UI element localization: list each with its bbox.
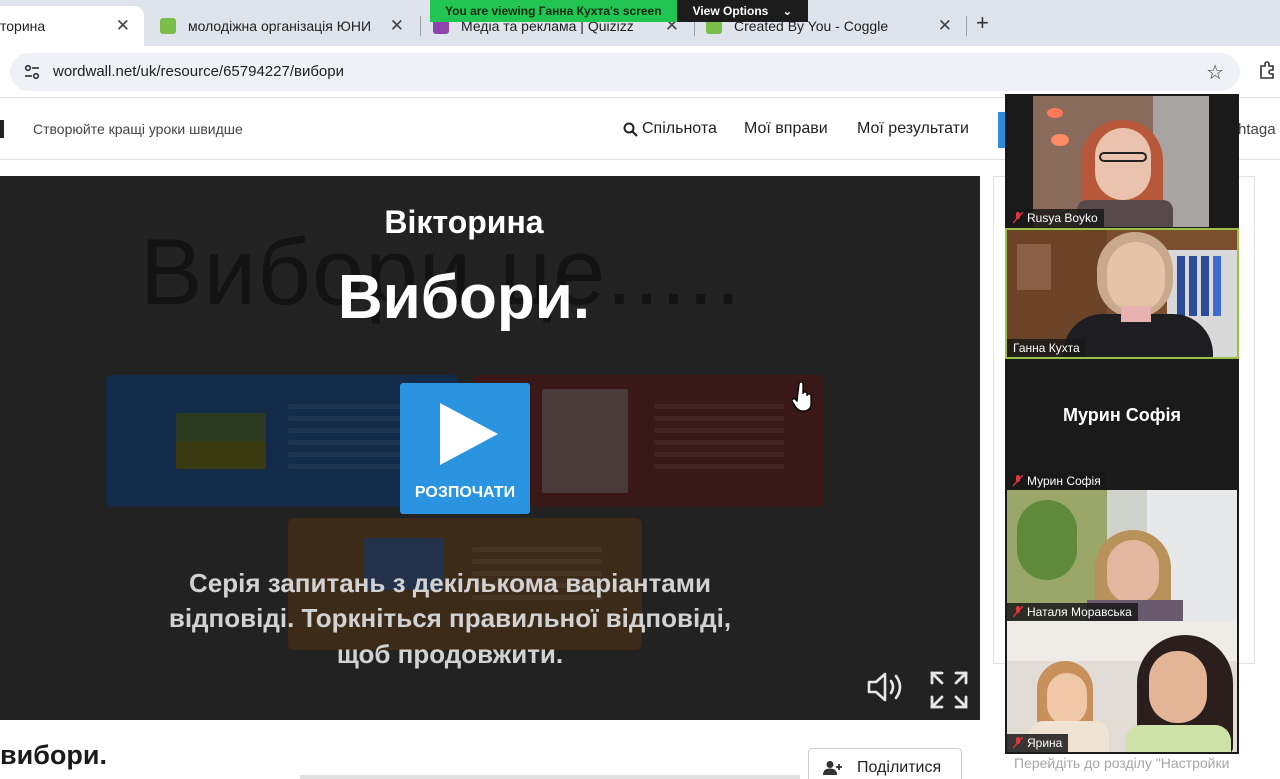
participant-name-label: Мурин Софія xyxy=(1007,472,1107,490)
view-options-button[interactable]: View Options ⌄ xyxy=(676,0,809,22)
menu-icon[interactable] xyxy=(0,120,4,138)
new-tab-icon[interactable]: + xyxy=(976,10,989,36)
site-settings-icon[interactable] xyxy=(24,64,40,80)
participant-video xyxy=(1007,621,1237,752)
screen-share-message: You are viewing Ганна Кухта's screen xyxy=(430,0,677,22)
participant-name-label: Ярина xyxy=(1007,734,1069,752)
activity-title: Вибори. xyxy=(337,263,591,332)
participant-tile[interactable]: Наталя Моравська xyxy=(1005,490,1239,621)
tab-active[interactable]: торина ✕ xyxy=(0,6,144,46)
url-text[interactable]: wordwall.net/uk/resource/65794227/вибори xyxy=(53,63,344,80)
view-options-label: View Options xyxy=(692,4,769,18)
omnibox[interactable]: wordwall.net/uk/resource/65794227/вибори… xyxy=(10,53,1240,91)
participant-name: Ганна Кухта xyxy=(1013,341,1080,355)
chevron-down-icon: ⌄ xyxy=(782,4,793,18)
participant-name: Мурин Софія xyxy=(1027,474,1101,488)
start-button-label: РОЗПОЧАТИ xyxy=(414,484,516,501)
wordwall-favicon-icon xyxy=(160,18,176,34)
search-icon xyxy=(623,122,638,137)
hand-cursor-icon xyxy=(792,382,812,412)
tab-divider xyxy=(966,16,967,36)
participant-video xyxy=(1007,230,1237,357)
video-gallery: Rusya Boyko Ганна Кухта Мурин Софія Мури… xyxy=(1005,94,1239,754)
close-tab-icon[interactable]: ✕ xyxy=(938,16,952,36)
page-title: вибори. xyxy=(0,740,107,770)
activity-type: Вікторина xyxy=(384,204,544,240)
footer-strip xyxy=(300,775,800,779)
fullscreen-icon[interactable] xyxy=(929,670,969,710)
participant-name: Ярина xyxy=(1027,736,1063,750)
star-icon[interactable]: ☆ xyxy=(1206,60,1224,85)
participant-name-label: Rusya Boyko xyxy=(1007,209,1104,227)
participant-name-label: Наталя Моравська xyxy=(1007,603,1138,621)
screen-share-banner: You are viewing Ганна Кухта's screen Vie… xyxy=(430,0,809,22)
share-users-icon xyxy=(823,761,842,775)
participant-tile[interactable]: Ярина xyxy=(1005,621,1239,752)
participant-tile[interactable]: Мурин Софія Мурин Софія xyxy=(1005,359,1239,490)
share-button[interactable]: Поділитися xyxy=(808,748,962,779)
sound-icon[interactable] xyxy=(866,670,906,704)
participant-name: Rusya Boyko xyxy=(1027,211,1098,225)
site-tagline: Створюйте кращі уроки швидше xyxy=(33,121,243,137)
nav-community[interactable]: Спільнота xyxy=(623,120,717,138)
account-name[interactable]: htaga xyxy=(1238,121,1276,138)
mic-muted-icon xyxy=(1013,606,1023,618)
nav-my-activities[interactable]: Мої вправи xyxy=(744,120,828,138)
participant-name-label: Ганна Кухта xyxy=(1007,339,1086,357)
tab-title: торина xyxy=(0,18,46,34)
tab-yuni[interactable]: молодіжна організація ЮНИ ✕ xyxy=(148,6,418,46)
mic-muted-icon xyxy=(1013,212,1023,224)
participant-tile[interactable]: Ганна Кухта xyxy=(1005,228,1239,359)
tab-title: молодіжна організація ЮНИ xyxy=(188,18,372,34)
windows-activation-notice: Перейдіть до розділу "Настройки xyxy=(1014,755,1230,771)
mic-muted-icon xyxy=(1013,737,1023,749)
nav-my-results[interactable]: Мої результати xyxy=(857,120,969,138)
share-button-label: Поділитися xyxy=(857,759,942,776)
activity-player[interactable]: Вибори це..... Вікторина Вибори. РОЗПОЧА… xyxy=(0,176,980,720)
participant-video xyxy=(1033,96,1209,227)
participant-display-name: Мурин Софія xyxy=(1063,405,1181,425)
nav-community-label: Спільнота xyxy=(642,120,717,137)
participant-tile[interactable]: Rusya Boyko xyxy=(1005,96,1239,227)
activity-description: Серія запитань з декількома варіантами в… xyxy=(168,568,732,669)
participant-video xyxy=(1007,490,1237,621)
start-button[interactable]: РОЗПОЧАТИ xyxy=(400,383,530,514)
participant-name: Наталя Моравська xyxy=(1027,605,1132,619)
address-bar-row: wordwall.net/uk/resource/65794227/вибори… xyxy=(0,46,1280,98)
play-icon xyxy=(440,403,498,465)
close-tab-icon[interactable]: ✕ xyxy=(390,16,404,36)
mic-muted-icon xyxy=(1013,475,1023,487)
close-tab-icon[interactable]: ✕ xyxy=(116,16,130,36)
extensions-puzzle-icon[interactable] xyxy=(1258,60,1278,80)
